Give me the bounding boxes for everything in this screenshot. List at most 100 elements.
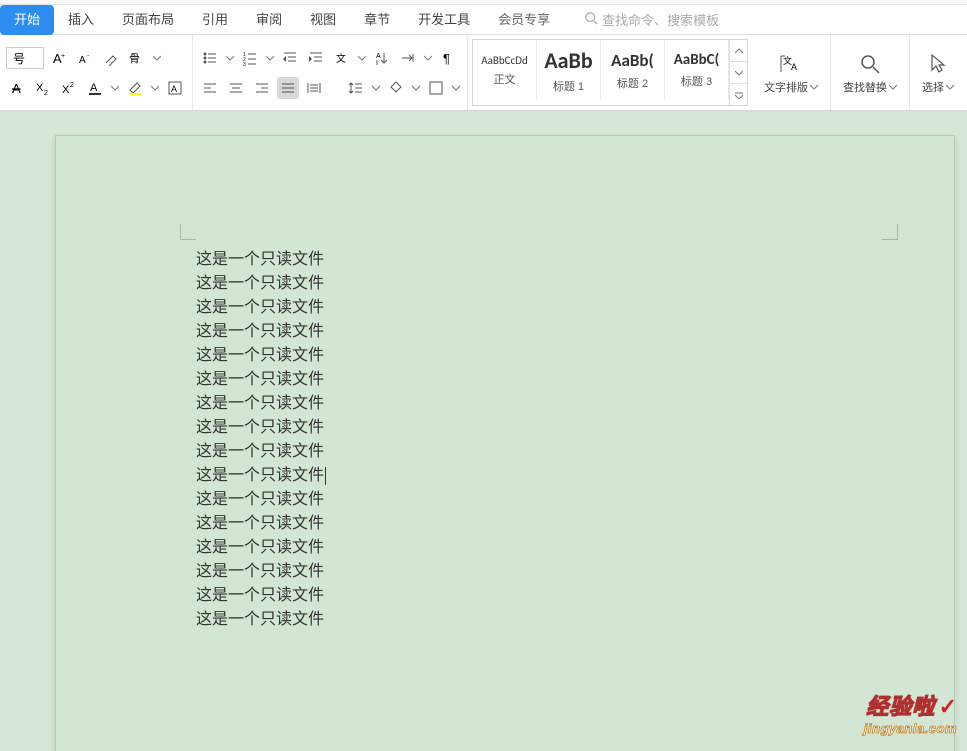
document-line[interactable]: 这是一个只读文件 [196,392,326,416]
svg-text:A: A [376,53,381,60]
dropdown-icon[interactable] [225,47,235,69]
svg-text:¶: ¶ [443,51,450,66]
select-button[interactable]: 选择 [910,35,966,110]
show-marks-icon[interactable]: ¶ [437,47,459,69]
document-line[interactable]: 这是一个只读文件 [196,248,326,272]
text-typeset-button[interactable]: 文A 文字排版 [752,35,831,110]
document-line[interactable]: 这是一个只读文件 [196,296,326,320]
align-justify-icon[interactable] [277,77,299,99]
svg-text:A: A [171,84,177,94]
search-icon [584,11,598,28]
align-right-icon[interactable] [251,77,273,99]
document-content[interactable]: 这是一个只读文件这是一个只读文件这是一个只读文件这是一个只读文件这是一个只读文件… [196,248,326,632]
document-line[interactable]: 这是一个只读文件 [196,608,326,632]
find-icon [857,51,883,77]
document-line[interactable]: 这是一个只读文件 [196,344,326,368]
svg-text:+: + [61,53,65,60]
tab-start[interactable]: 开始 [0,5,54,35]
svg-text:I: I [376,60,378,66]
sort-icon[interactable]: AI [371,47,393,69]
superscript-icon[interactable]: X2 [58,77,80,99]
svg-text:X: X [62,84,70,96]
tab-devtools[interactable]: 开发工具 [404,5,484,35]
document-line[interactable]: 这是一个只读文件 [196,272,326,296]
document-line[interactable]: 这是一个只读文件 [196,368,326,392]
style-expand-icon[interactable] [730,84,747,105]
svg-text:3: 3 [243,62,246,66]
bullet-list-icon[interactable] [199,47,221,69]
tab-member[interactable]: 会员专享 [484,5,564,35]
line-spacing-icon[interactable] [345,77,367,99]
dropdown-icon[interactable] [451,77,461,99]
highlight-icon[interactable] [124,77,146,99]
watermark: 经验啦 ✓ jingyanla.com [864,689,957,736]
dropdown-icon[interactable] [371,77,381,99]
dropdown-icon[interactable] [110,77,120,99]
strikethrough-icon[interactable]: A [6,77,28,99]
tab-review[interactable]: 审阅 [242,5,296,35]
dropdown-icon[interactable] [411,77,421,99]
styles-gallery: AaBbCcDd 正文 AaBb 标题 1 AaBb( 标题 2 AaBbC( … [472,39,748,106]
increase-font-icon[interactable]: A+ [48,47,70,69]
shading-icon[interactable] [385,77,407,99]
style-scroll [729,40,747,105]
document-page[interactable]: 这是一个只读文件这是一个只读文件这是一个只读文件这是一个只读文件这是一个只读文件… [55,135,955,751]
dropdown-icon[interactable] [152,47,162,69]
cursor-icon [925,51,951,77]
svg-text:A: A [90,82,98,94]
document-canvas[interactable]: 这是一个只读文件这是一个只读文件这是一个只读文件这是一个只读文件这是一个只读文件… [0,111,967,751]
svg-text:2: 2 [70,82,74,89]
font-size-combo[interactable]: 号 [6,47,44,69]
style-heading2[interactable]: AaBb( 标题 2 [601,40,665,100]
margin-marker [180,224,196,240]
character-border-icon[interactable]: A [164,77,186,99]
tab-pagelayout[interactable]: 页面布局 [108,5,188,35]
dropdown-icon[interactable] [150,77,160,99]
find-replace-button[interactable]: 查找替换 [831,35,910,110]
increase-indent-icon[interactable] [305,47,327,69]
svg-text:骨: 骨 [129,52,140,65]
tab-section[interactable]: 章节 [350,5,404,35]
svg-text:文: 文 [336,52,346,65]
svg-text:X: X [36,82,44,94]
text-direction-icon[interactable]: 文 [331,47,353,69]
style-heading3[interactable]: AaBbC( 标题 3 [665,40,729,100]
numbered-list-icon[interactable]: 123 [239,47,261,69]
document-line[interactable]: 这是一个只读文件 [196,488,326,512]
document-line[interactable]: 这是一个只读文件 [196,416,326,440]
document-line[interactable]: 这是一个只读文件 [196,440,326,464]
subscript-icon[interactable]: X2 [32,77,54,99]
dropdown-icon[interactable] [265,47,275,69]
style-scroll-up-icon[interactable] [730,40,747,62]
decrease-font-icon[interactable]: A- [74,47,96,69]
clear-format-icon[interactable] [100,47,122,69]
margin-marker [882,224,898,240]
document-line[interactable]: 这是一个只读文件 [196,584,326,608]
style-heading1[interactable]: AaBb 标题 1 [537,40,601,100]
command-search[interactable]: 查找命令、搜索模板 [584,10,719,29]
decrease-indent-icon[interactable] [279,47,301,69]
svg-text:2: 2 [44,90,48,96]
document-line[interactable]: 这是一个只读文件 [196,512,326,536]
document-line[interactable]: 这是一个只读文件 [196,536,326,560]
tab-view[interactable]: 视图 [296,5,350,35]
tab-insert[interactable]: 插入 [54,5,108,35]
document-line[interactable]: 这是一个只读文件 [196,320,326,344]
tab-references[interactable]: 引用 [188,5,242,35]
search-placeholder: 查找命令、搜索模板 [602,10,719,29]
style-normal[interactable]: AaBbCcDd 正文 [473,40,537,100]
font-color-icon[interactable]: A [84,77,106,99]
check-icon: ✓ [939,694,957,719]
border-icon[interactable] [425,77,447,99]
tab-marker-icon[interactable] [397,47,419,69]
align-left-icon[interactable] [199,77,221,99]
align-distribute-icon[interactable] [303,77,325,99]
dropdown-icon[interactable] [423,47,433,69]
align-center-icon[interactable] [225,77,247,99]
menu-tabs: 开始 插入 页面布局 引用 审阅 视图 章节 开发工具 会员专享 查找命令、搜索… [0,5,967,35]
dropdown-icon[interactable] [357,47,367,69]
document-line[interactable]: 这是一个只读文件 [196,464,326,488]
document-line[interactable]: 这是一个只读文件 [196,560,326,584]
style-scroll-down-icon[interactable] [730,62,747,84]
change-case-icon[interactable]: 骨 [126,47,148,69]
